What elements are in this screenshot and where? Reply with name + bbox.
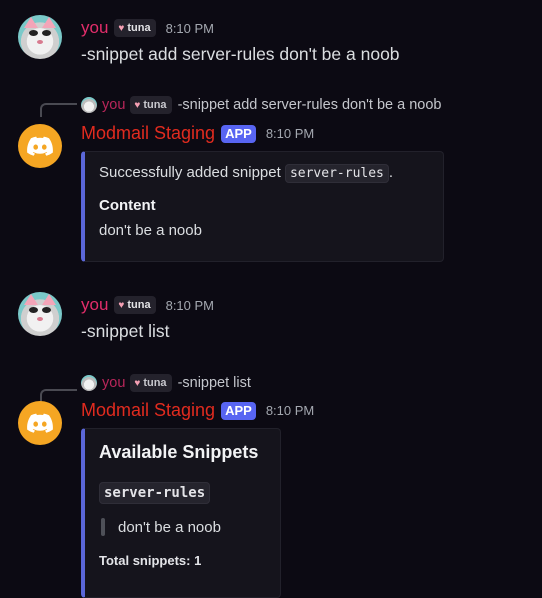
heart-icon: ♥ bbox=[134, 99, 141, 111]
reply-text: -snippet add server-rules don't be a noo… bbox=[177, 97, 442, 113]
reply-spine bbox=[40, 103, 77, 117]
reply-tag: ♥ tuna bbox=[130, 96, 172, 114]
bot-username[interactable]: Modmail Staging bbox=[81, 123, 215, 144]
quote-bar bbox=[101, 518, 105, 536]
snippet-value: don't be a noob bbox=[118, 519, 221, 536]
timestamp: 8:10 PM bbox=[165, 297, 215, 313]
reply-tag: ♥ tuna bbox=[130, 374, 172, 392]
embed-title: Available Snippets bbox=[99, 442, 259, 462]
username[interactable]: you bbox=[81, 18, 108, 38]
tag-label: tuna bbox=[127, 22, 151, 34]
embed: Successfully added snippet server-rules.… bbox=[81, 151, 444, 262]
app-badge: APP bbox=[221, 124, 256, 143]
heart-icon: ♥ bbox=[118, 22, 125, 34]
message-content: -snippet add server-rules don't be a noo… bbox=[81, 44, 400, 64]
embed-field-name: Content bbox=[99, 197, 156, 214]
reply-text: -snippet list bbox=[177, 375, 251, 391]
timestamp: 8:10 PM bbox=[165, 20, 215, 36]
embed-footer: Total snippets: 1 bbox=[99, 553, 202, 568]
user-avatar[interactable] bbox=[18, 15, 62, 59]
snippet-name: server-rules bbox=[99, 482, 211, 504]
message-header: Modmail Staging APP 8:10 PM bbox=[81, 123, 314, 144]
bot-avatar[interactable] bbox=[18, 124, 62, 168]
message-header: you ♥ tuna 8:10 PM bbox=[81, 18, 214, 38]
reply-username: you bbox=[102, 375, 126, 391]
snippet-code: server-rules bbox=[284, 164, 389, 183]
tag-label: tuna bbox=[143, 377, 167, 389]
embed-field-value: don't be a noob bbox=[99, 222, 202, 239]
username[interactable]: you bbox=[81, 295, 108, 315]
snippet-code: server-rules bbox=[99, 482, 211, 504]
description-suffix: . bbox=[388, 164, 394, 181]
heart-icon: ♥ bbox=[118, 299, 125, 311]
message-content: -snippet list bbox=[81, 321, 170, 341]
timestamp: 8:10 PM bbox=[265, 126, 315, 141]
discord-logo-icon bbox=[27, 136, 53, 156]
reply-username: you bbox=[102, 97, 126, 113]
discord-logo-icon bbox=[27, 413, 53, 433]
message-header: Modmail Staging APP 8:10 PM bbox=[81, 400, 314, 421]
app-badge: APP bbox=[221, 401, 256, 420]
description-text: Successfully added snippet bbox=[99, 164, 285, 181]
reply-avatar bbox=[81, 97, 97, 113]
tag-label: tuna bbox=[127, 299, 151, 311]
bot-username[interactable]: Modmail Staging bbox=[81, 400, 215, 421]
reply-preview[interactable]: you ♥ tuna -snippet add server-rules don'… bbox=[81, 96, 442, 114]
user-tag[interactable]: ♥ tuna bbox=[114, 296, 156, 314]
embed: Available Snippets server-rules don't be… bbox=[81, 428, 281, 598]
bot-avatar[interactable] bbox=[18, 401, 62, 445]
heart-icon: ♥ bbox=[134, 377, 141, 389]
user-avatar[interactable] bbox=[18, 292, 62, 336]
tag-label: tuna bbox=[143, 99, 167, 111]
message-header: you ♥ tuna 8:10 PM bbox=[81, 295, 214, 315]
embed-description: Successfully added snippet server-rules. bbox=[99, 164, 394, 183]
reply-avatar bbox=[81, 375, 97, 391]
timestamp: 8:10 PM bbox=[265, 403, 315, 418]
reply-preview[interactable]: you ♥ tuna -snippet list bbox=[81, 374, 251, 392]
user-tag[interactable]: ♥ tuna bbox=[114, 19, 156, 37]
